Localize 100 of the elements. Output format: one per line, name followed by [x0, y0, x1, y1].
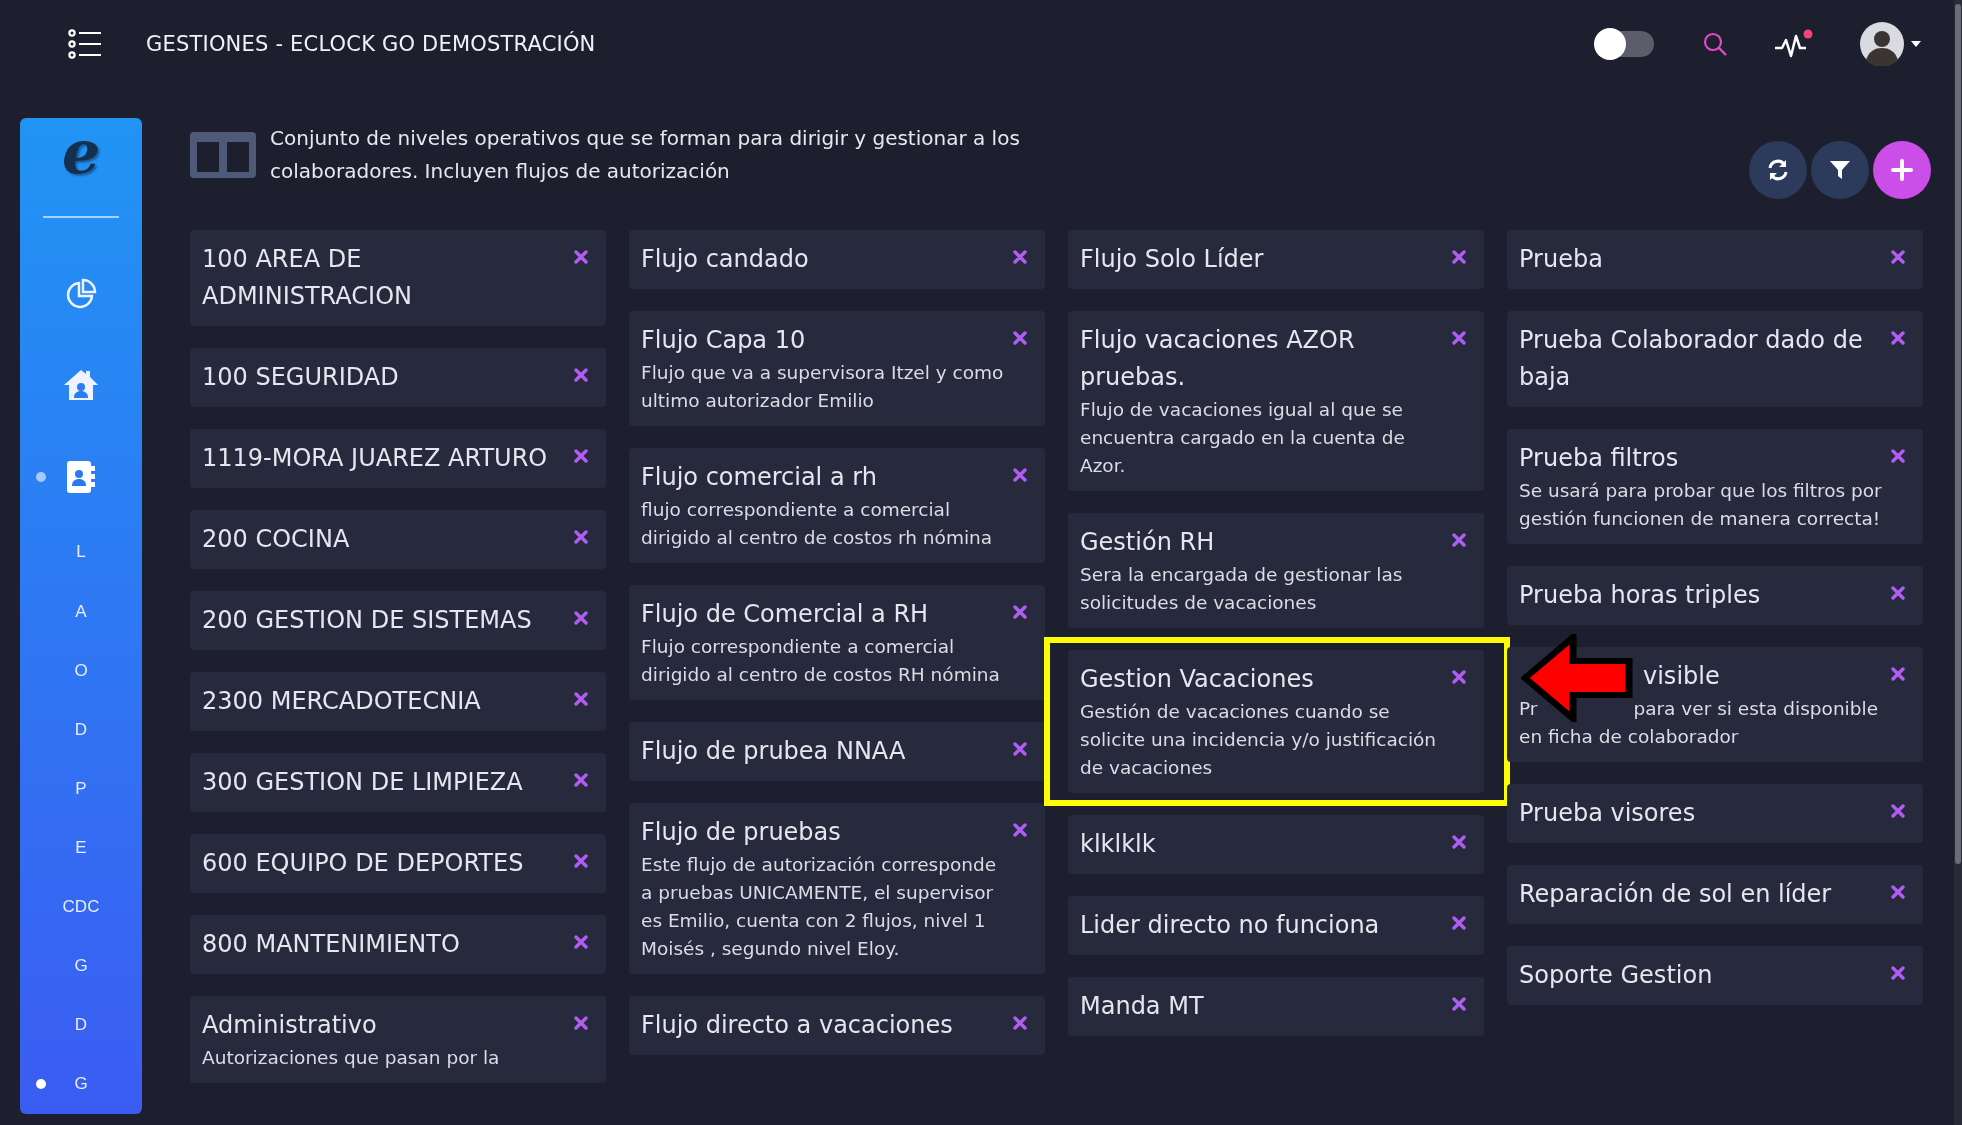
avatar[interactable]: [1860, 22, 1904, 66]
gestion-card[interactable]: Lider directo no funciona: [1068, 896, 1484, 955]
card-title: 100 AREA DE ADMINISTRACION: [202, 244, 413, 312]
close-icon[interactable]: [1891, 331, 1905, 345]
close-icon[interactable]: [574, 250, 588, 264]
gestion-card[interactable]: Gestión RH Sera la encargada de gestionar las solicitudes de vacaciones: [1068, 513, 1484, 628]
gestion-card[interactable]: Prueba Colaborador dado de baja: [1507, 311, 1923, 407]
nav-item[interactable]: O: [74, 660, 88, 681]
close-icon[interactable]: [1891, 586, 1905, 600]
close-icon[interactable]: [574, 773, 588, 787]
close-icon[interactable]: [1452, 533, 1466, 547]
close-icon[interactable]: [1013, 823, 1027, 837]
nav-item[interactable]: G: [74, 1074, 88, 1095]
card-description: Se usará para probar que los filtros por gestión funcionen de manera correcta!: [1519, 479, 1883, 531]
nav-item[interactable]: A: [75, 601, 87, 622]
refresh-icon: [1766, 158, 1790, 182]
gestion-card[interactable]: Prueba visores: [1507, 784, 1923, 843]
close-icon[interactable]: [1013, 468, 1027, 482]
close-icon[interactable]: [1891, 885, 1905, 899]
close-icon[interactable]: [1891, 966, 1905, 980]
gestion-card[interactable]: 200 GESTION DE SISTEMAS: [190, 591, 606, 650]
gestion-card[interactable]: 800 MANTENIMIENTO: [190, 915, 606, 974]
card-description: Autorizaciones que pasan por la: [202, 1046, 501, 1070]
gestion-card[interactable]: Prueba filtros Se usará para probar que los filtros por gestión funcionen de manera correcta!: [1507, 429, 1923, 544]
search-icon[interactable]: [1702, 31, 1728, 57]
gestion-card[interactable]: Reparación de sol en líder: [1507, 865, 1923, 924]
gestion-card[interactable]: 1119-MORA JUAREZ ARTURO: [190, 429, 606, 488]
close-icon[interactable]: [574, 1016, 588, 1030]
gestion-card[interactable]: 2300 MERCADOTECNIA: [190, 672, 606, 731]
pie-chart-icon[interactable]: [64, 276, 98, 311]
gestion-card[interactable]: 100 AREA DE ADMINISTRACION: [190, 230, 606, 326]
gestion-card[interactable]: Gestion Vacaciones Gestión de vacaciones cuando se solicite una incidencia y/o justificación de vacaciones: [1068, 650, 1484, 793]
close-icon[interactable]: [574, 449, 588, 463]
close-icon[interactable]: [574, 611, 588, 625]
contact-book-icon[interactable]: [66, 460, 96, 495]
menu-icon[interactable]: [68, 29, 102, 59]
gestion-card[interactable]: Flujo de prubea NNAA: [629, 722, 1045, 781]
gestion-card[interactable]: Prueba: [1507, 230, 1923, 289]
nav-item[interactable]: D: [74, 719, 88, 740]
close-icon[interactable]: [574, 368, 588, 382]
gestion-card[interactable]: Prueba horas triples: [1507, 566, 1923, 625]
gestion-card[interactable]: 300 GESTION DE LIMPIEZA: [190, 753, 606, 812]
card-title: Prueba visores: [1519, 798, 1697, 829]
card-description: en ficha de colaborador: [1519, 725, 1740, 749]
close-icon[interactable]: [1891, 250, 1905, 264]
close-icon[interactable]: [1891, 449, 1905, 463]
close-icon[interactable]: [1013, 1016, 1027, 1030]
close-icon[interactable]: [1013, 250, 1027, 264]
page-title: GESTIONES - ECLOCK GO DEMOSTRACIÓN: [146, 32, 597, 56]
plus-icon: [1891, 159, 1913, 181]
gestion-card[interactable]: 100 SEGURIDAD: [190, 348, 606, 407]
close-icon[interactable]: [1452, 997, 1466, 1011]
gestion-card[interactable]: Flujo Capa 10 Flujo que va a supervisora Itzel y como ultimo autorizador Emilio: [629, 311, 1045, 426]
gestion-card[interactable]: visible Pr para ver si esta disponible en ficha de colaborador: [1507, 647, 1923, 762]
close-icon[interactable]: [1452, 835, 1466, 849]
gestion-card[interactable]: Soporte Gestion: [1507, 946, 1923, 1005]
caret-icon[interactable]: [1910, 40, 1922, 48]
scrollbar[interactable]: [1954, 0, 1962, 1125]
card-title: 2300 MERCADOTECNIA: [202, 686, 482, 717]
close-icon[interactable]: [574, 935, 588, 949]
gestion-card[interactable]: 200 COCINA: [190, 510, 606, 569]
gestion-card[interactable]: Flujo candado: [629, 230, 1045, 289]
close-icon[interactable]: [1452, 331, 1466, 345]
close-icon[interactable]: [1452, 670, 1466, 684]
card-title: Flujo de prubea NNAA: [641, 736, 907, 767]
close-icon[interactable]: [1891, 804, 1905, 818]
card-title: 800 MANTENIMIENTO: [202, 929, 461, 960]
nav-item[interactable]: P: [75, 778, 87, 799]
close-icon[interactable]: [1891, 667, 1905, 681]
close-icon[interactable]: [574, 530, 588, 544]
gestion-card[interactable]: Administrativo Autorizaciones que pasan por la: [190, 996, 606, 1083]
activity-icon[interactable]: [1774, 28, 1814, 60]
card-description: Flujo que va a supervisora Itzel y como ultimo autorizador Emilio: [641, 361, 1005, 413]
add-button[interactable]: [1873, 141, 1931, 199]
card-title: Gestión RH: [1080, 527, 1216, 558]
gestion-card[interactable]: Flujo Solo Líder: [1068, 230, 1484, 289]
close-icon[interactable]: [574, 854, 588, 868]
gestion-card[interactable]: Flujo comercial a rh flujo correspondiente a comercial dirigido al centro de costos rh nómina: [629, 448, 1045, 563]
close-icon[interactable]: [1452, 916, 1466, 930]
gestion-card[interactable]: Manda MT: [1068, 977, 1484, 1036]
close-icon[interactable]: [1452, 250, 1466, 264]
nav-item[interactable]: G: [74, 956, 88, 977]
close-icon[interactable]: [1013, 605, 1027, 619]
nav-item[interactable]: CDC: [62, 897, 100, 918]
logo[interactable]: e: [61, 122, 101, 182]
gestion-card[interactable]: Flujo directo a vacaciones: [629, 996, 1045, 1055]
gestion-card[interactable]: Flujo de pruebas Este flujo de autorización corresponde a pruebas UNICAMENTE, el supervisor es Emilio, cuenta con 2 flujos, nivel 1 Moisés , segundo nivel Eloy.: [629, 803, 1045, 974]
nav-item[interactable]: E: [75, 837, 87, 858]
close-icon[interactable]: [1013, 742, 1027, 756]
card-title: Administrativo: [202, 1010, 378, 1041]
gestion-card[interactable]: Flujo vacaciones AZOR pruebas. Flujo de vacaciones igual al que se encuentra cargado en la cuenta de Azor.: [1068, 311, 1484, 491]
close-icon[interactable]: [1013, 331, 1027, 345]
card-title: 200 GESTION DE SISTEMAS: [202, 605, 533, 636]
gestion-card[interactable]: Flujo de Comercial a RH Flujo correspondiente a comercial dirigido al centro de costos RH nómina: [629, 585, 1045, 700]
close-icon[interactable]: [574, 692, 588, 706]
intro-text: Conjunto de niveles operativos que se forman para dirigir y gestionar a los colaboradores. Incluyen flujos de autorización: [270, 125, 1021, 185]
gestion-card[interactable]: 600 EQUIPO DE DEPORTES: [190, 834, 606, 893]
nav-item[interactable]: D: [74, 1015, 88, 1036]
gestion-card[interactable]: klklklk: [1068, 815, 1484, 874]
home-user-icon[interactable]: [62, 368, 100, 403]
